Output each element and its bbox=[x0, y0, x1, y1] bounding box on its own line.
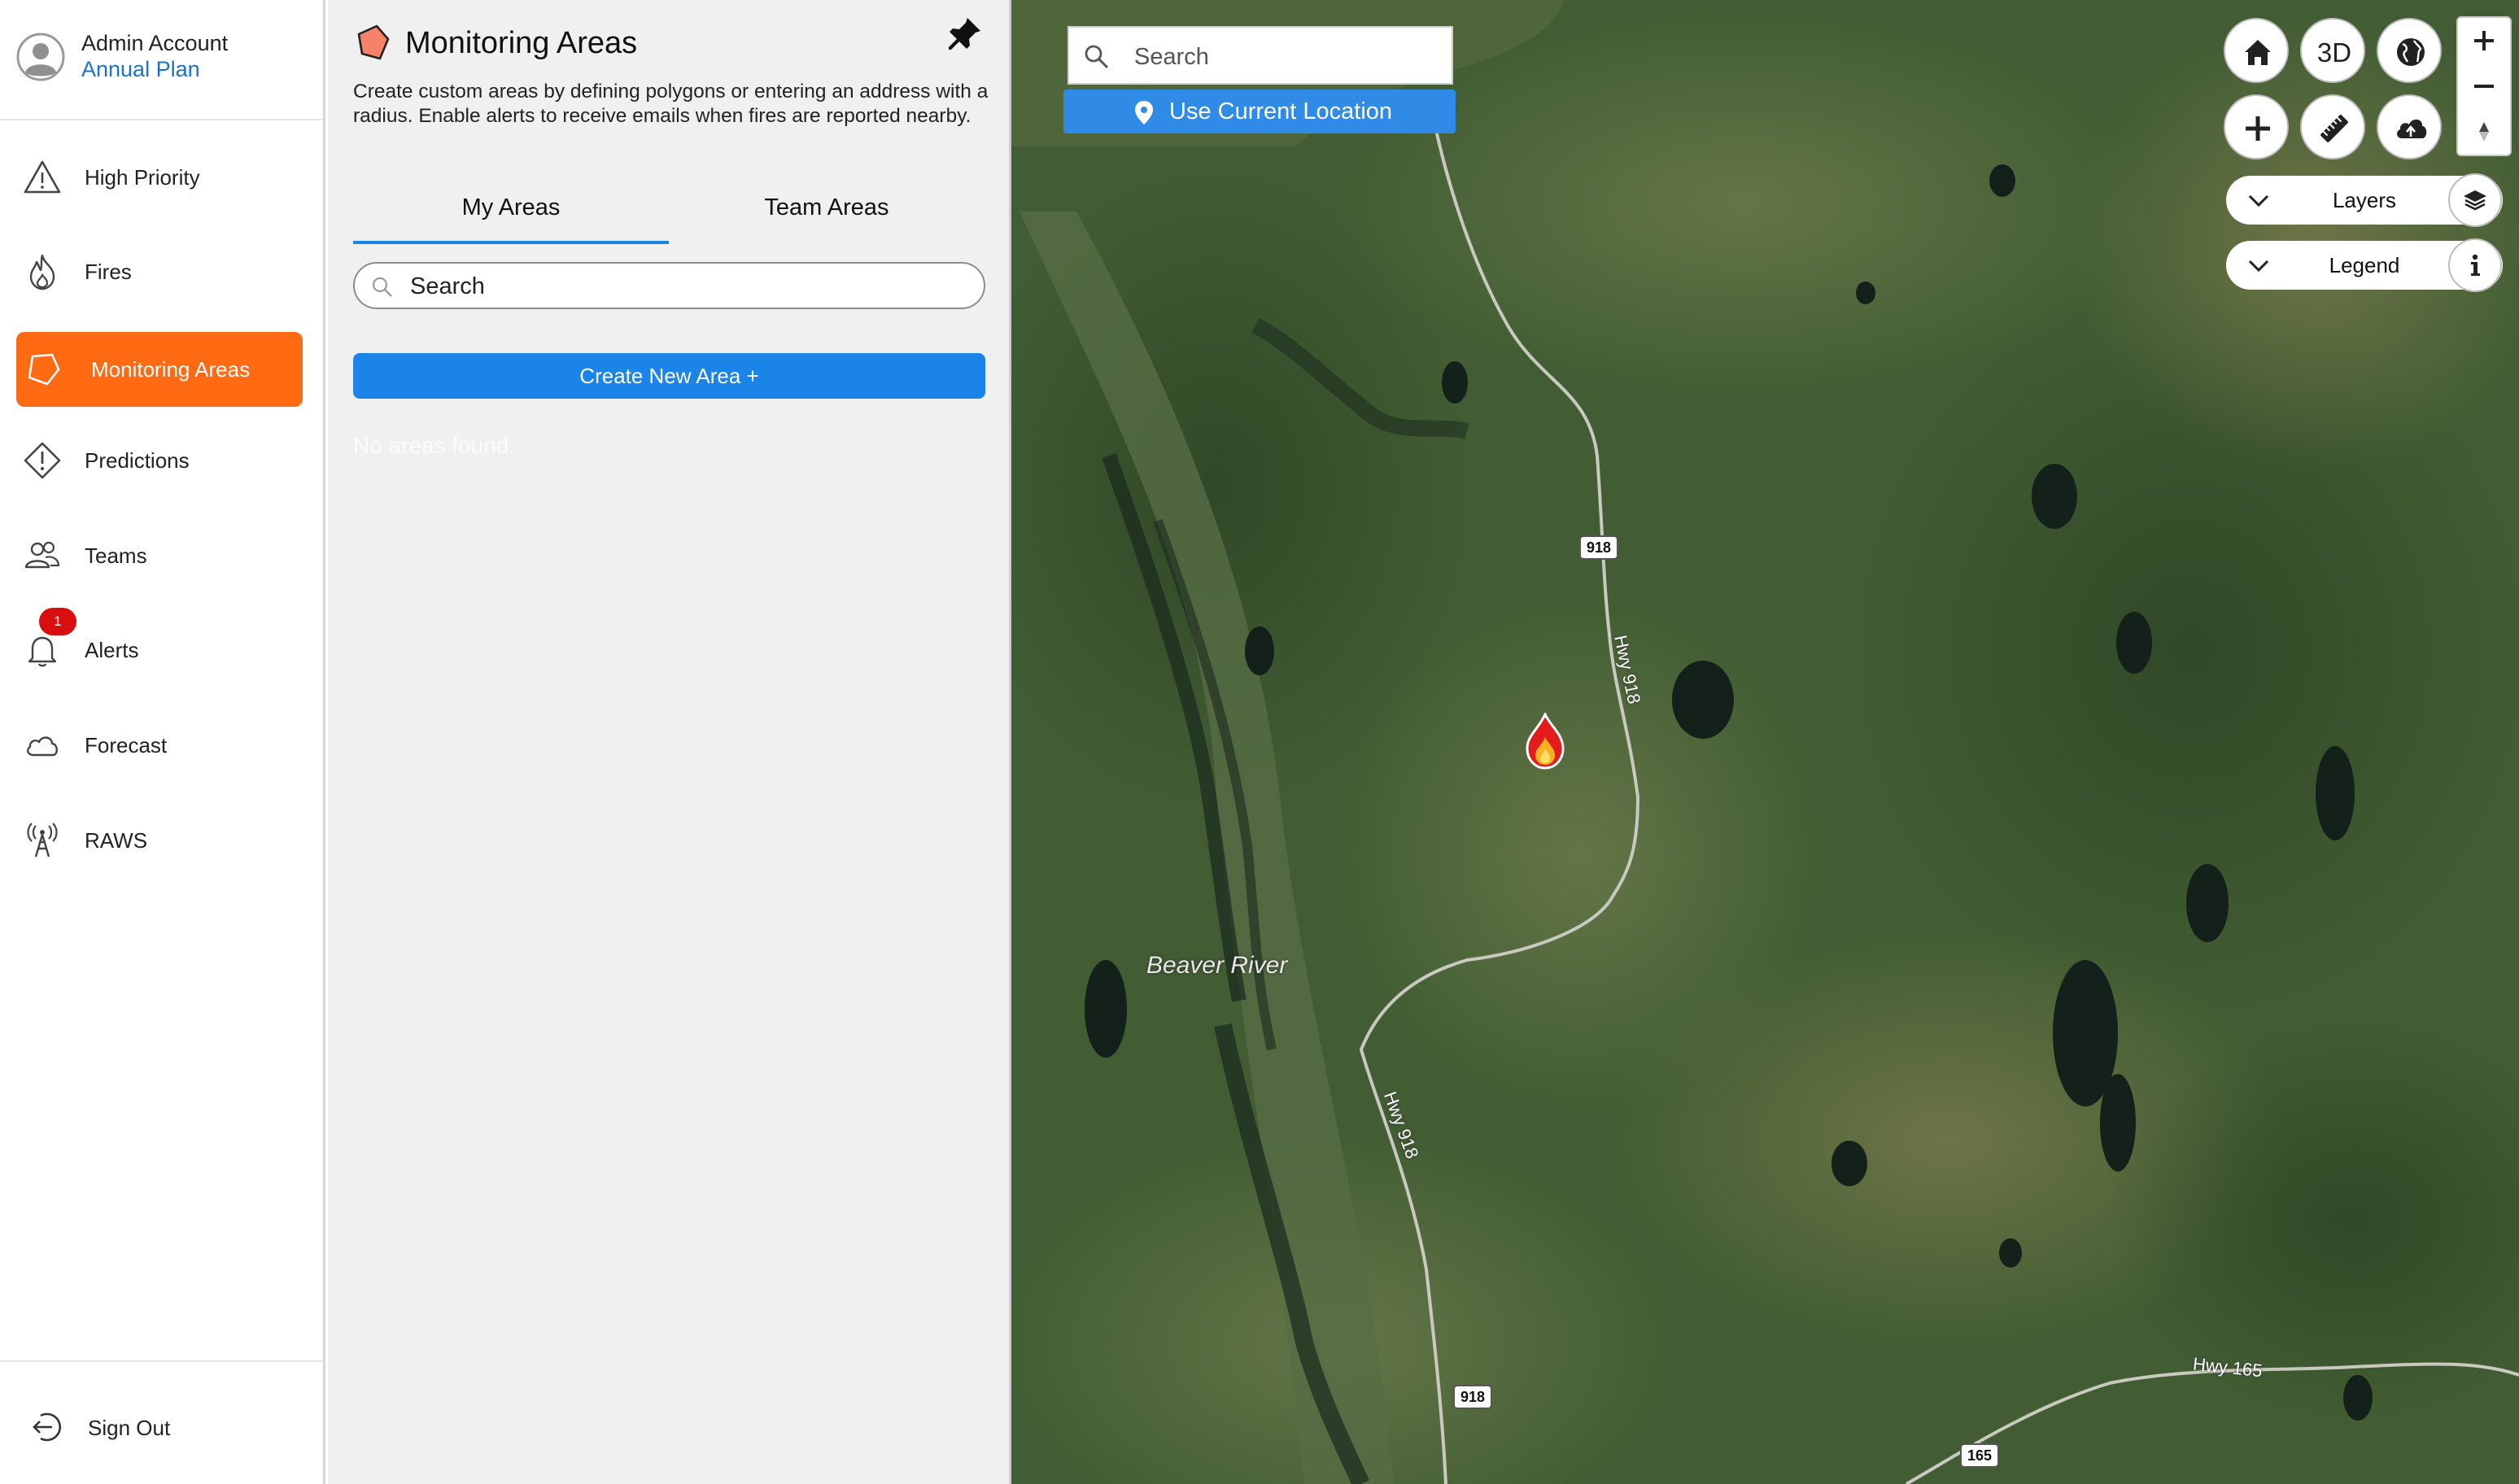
info-icon bbox=[2471, 254, 2480, 276]
panel-title: Monitoring Areas bbox=[405, 26, 638, 60]
layers-label: Layers bbox=[2332, 188, 2397, 212]
nav-item-teams[interactable]: Teams bbox=[16, 518, 303, 593]
polygon-icon bbox=[28, 353, 60, 386]
nav-label-monitoring-areas: Monitoring Areas bbox=[91, 357, 251, 382]
layers-icon bbox=[2464, 190, 2486, 211]
fire-marker-icon[interactable] bbox=[1522, 713, 1568, 770]
map-search-box bbox=[1067, 26, 1453, 85]
chevron-down-icon bbox=[2248, 260, 2269, 273]
tab-my-areas[interactable]: My Areas bbox=[353, 179, 669, 244]
sign-out-icon bbox=[33, 1412, 62, 1442]
river-label: Beaver River bbox=[1146, 952, 1288, 979]
highway-shield: 165 bbox=[1960, 1443, 1999, 1468]
cloud-icon bbox=[27, 736, 58, 757]
legend-label: Legend bbox=[2329, 253, 2400, 277]
measure-button[interactable] bbox=[2300, 94, 2365, 159]
sidebar: Admin Account Annual Plan High Priority … bbox=[0, 0, 325, 1484]
zoom-in-icon bbox=[2474, 31, 2494, 50]
sign-out-button[interactable]: Sign Out bbox=[16, 1403, 293, 1451]
avatar-icon bbox=[16, 33, 65, 81]
location-pin-icon bbox=[1135, 101, 1153, 124]
layers-button[interactable] bbox=[2448, 173, 2502, 227]
nav-label-predictions: Predictions bbox=[85, 448, 190, 473]
team-icon bbox=[24, 541, 60, 569]
view-3d-button[interactable]: 3D bbox=[2300, 18, 2365, 83]
sign-out-label: Sign Out bbox=[88, 1416, 171, 1440]
account-header[interactable]: Admin Account Annual Plan bbox=[0, 0, 323, 120]
sign-out-section: Sign Out bbox=[0, 1360, 323, 1484]
chevron-down-icon bbox=[2248, 194, 2269, 207]
empty-state-text: No areas found. bbox=[353, 433, 516, 458]
nav-item-predictions[interactable]: Predictions bbox=[16, 423, 303, 498]
legend-button[interactable] bbox=[2448, 238, 2502, 292]
add-button[interactable] bbox=[2224, 94, 2289, 159]
highway-shield: 918 bbox=[1453, 1385, 1492, 1409]
bell-icon bbox=[28, 636, 57, 667]
view-3d-label: 3D bbox=[2316, 37, 2352, 68]
highway-shield: 918 bbox=[1579, 535, 1618, 560]
fire-icon bbox=[29, 254, 55, 290]
area-search-input[interactable] bbox=[410, 270, 963, 303]
use-current-location-button[interactable]: Use Current Location bbox=[1063, 89, 1456, 133]
warning-icon bbox=[24, 160, 61, 194]
ruler-icon bbox=[2320, 115, 2348, 142]
nav-label-alerts: Alerts bbox=[85, 638, 139, 662]
nav-label-forecast: Forecast bbox=[85, 733, 168, 757]
alerts-count-badge: 1 bbox=[39, 608, 76, 635]
monitoring-areas-icon bbox=[357, 24, 390, 60]
nav-label-teams: Teams bbox=[85, 543, 147, 568]
use-current-location-label: Use Current Location bbox=[1169, 98, 1393, 124]
search-icon bbox=[1085, 45, 1109, 69]
globe-button[interactable] bbox=[2377, 18, 2442, 83]
alert-diamond-icon bbox=[24, 442, 61, 479]
nav-item-forecast[interactable]: Forecast bbox=[16, 708, 303, 783]
tower-icon bbox=[27, 823, 58, 858]
home-button[interactable] bbox=[2224, 18, 2289, 83]
account-name: Admin Account bbox=[81, 31, 229, 55]
map-search-input[interactable] bbox=[1134, 41, 1443, 73]
nav-item-monitoring-areas[interactable]: Monitoring Areas bbox=[16, 332, 303, 407]
nav-label-raws: RAWS bbox=[85, 828, 148, 853]
nav-item-alerts[interactable]: 1 Alerts bbox=[16, 608, 303, 687]
create-new-area-button[interactable]: Create New Area + bbox=[353, 353, 985, 399]
zoom-out-icon bbox=[2474, 85, 2494, 88]
cloud-upload-icon bbox=[2397, 119, 2427, 138]
monitoring-areas-panel: Monitoring Areas Create custom areas by … bbox=[328, 0, 1011, 1484]
tab-team-areas[interactable]: Team Areas bbox=[669, 179, 984, 244]
compass-icon bbox=[2479, 122, 2489, 142]
zoom-out-button[interactable] bbox=[2458, 63, 2510, 109]
pin-icon[interactable] bbox=[945, 15, 984, 54]
home-icon bbox=[2245, 40, 2271, 65]
nav-label-high-priority: High Priority bbox=[85, 165, 200, 190]
compass-button[interactable] bbox=[2458, 109, 2510, 155]
map-view[interactable]: Use Current Location 3D bbox=[1011, 0, 2519, 1484]
layers-dropdown[interactable]: Layers bbox=[2226, 173, 2503, 227]
account-plan[interactable]: Annual Plan bbox=[81, 57, 200, 82]
nav-label-fires: Fires bbox=[85, 260, 132, 284]
nav-item-fires[interactable]: Fires bbox=[16, 234, 303, 309]
search-icon bbox=[372, 277, 392, 297]
plus-icon bbox=[2246, 116, 2270, 141]
nav-item-raws[interactable]: RAWS bbox=[16, 803, 303, 878]
area-search-box bbox=[353, 262, 985, 309]
upload-button[interactable] bbox=[2377, 94, 2442, 159]
panel-description: Create custom areas by defining polygons… bbox=[353, 81, 989, 127]
nav-item-high-priority[interactable]: High Priority bbox=[16, 140, 303, 215]
legend-dropdown[interactable]: Legend bbox=[2226, 238, 2503, 292]
globe-icon bbox=[2397, 38, 2425, 66]
zoom-controls bbox=[2456, 16, 2512, 156]
zoom-in-button[interactable] bbox=[2458, 18, 2510, 63]
